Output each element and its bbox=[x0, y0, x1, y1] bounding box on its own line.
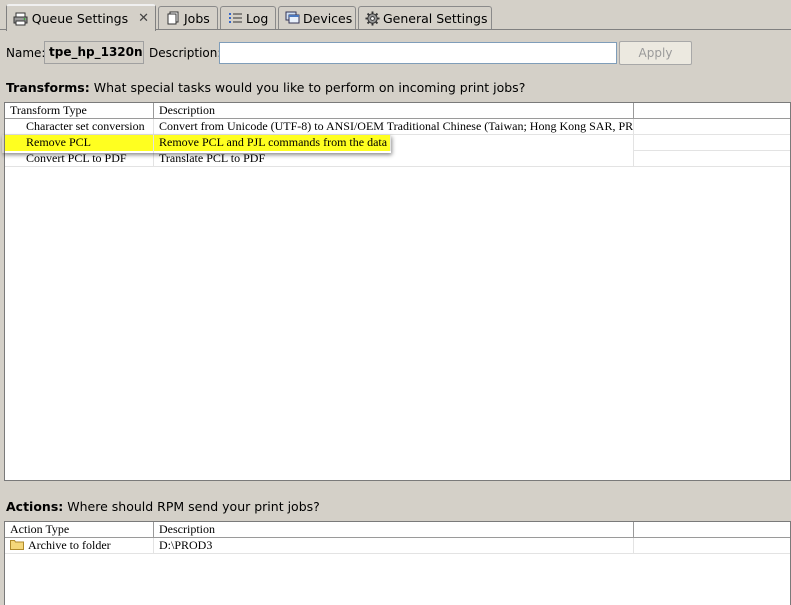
close-icon[interactable]: ✕ bbox=[138, 11, 149, 26]
action-description-cell: D:\PROD3 bbox=[154, 538, 634, 554]
action-row-archive[interactable]: Archive to folder D:\PROD3 bbox=[5, 538, 790, 554]
log-list-icon bbox=[227, 10, 243, 26]
queue-name-field: tpe_hp_1320n bbox=[44, 41, 144, 64]
actions-table-header: Action Type Description bbox=[5, 522, 790, 538]
tab-queue-settings-label: Queue Settings bbox=[31, 11, 129, 26]
tab-queue-settings[interactable]: Queue Settings ✕ bbox=[6, 4, 156, 31]
transform-row-charset[interactable]: Character set conversion Convert from Un… bbox=[5, 119, 790, 135]
tab-jobs-label: Jobs bbox=[184, 10, 210, 26]
transforms-heading-text: What special tasks would you like to per… bbox=[89, 80, 526, 95]
action-type-label: Archive to folder bbox=[28, 538, 111, 552]
tab-devices[interactable]: Devices bbox=[278, 6, 356, 29]
column-header-description[interactable]: Description bbox=[154, 103, 634, 119]
transforms-heading: Transforms: What special tasks would you… bbox=[6, 80, 525, 95]
actions-heading-bold: Actions: bbox=[6, 499, 64, 514]
action-type-cell: Archive to folder bbox=[5, 538, 154, 554]
transform-description-cell: Translate PCL to PDF bbox=[154, 151, 634, 167]
tab-log[interactable]: Log bbox=[220, 6, 276, 29]
transform-description-rest bbox=[391, 135, 634, 151]
transforms-table-header: Transform Type Description bbox=[5, 103, 790, 119]
actions-heading-text: Where should RPM send your print jobs? bbox=[63, 499, 320, 514]
transform-type-cell: Character set conversion bbox=[5, 119, 154, 135]
transforms-table: Transform Type Description Character set… bbox=[4, 102, 791, 481]
column-header-action-type[interactable]: Action Type bbox=[5, 522, 154, 538]
pane-splitter[interactable] bbox=[0, 481, 791, 486]
gear-icon bbox=[365, 10, 380, 26]
apply-button[interactable]: Apply bbox=[619, 41, 692, 65]
column-header-blank bbox=[634, 522, 790, 538]
transform-description-cell: Remove PCL and PJL commands from the dat… bbox=[154, 135, 391, 151]
tab-jobs[interactable]: Jobs bbox=[158, 6, 218, 29]
tab-devices-label: Devices bbox=[303, 10, 353, 26]
folder-icon bbox=[10, 539, 24, 550]
jobs-icon bbox=[165, 10, 181, 26]
action-extra-cell bbox=[634, 538, 790, 554]
transform-row-remove-pcl[interactable]: Remove PCL Remove PCL and PJL commands f… bbox=[5, 135, 790, 151]
transform-description-cell: Convert from Unicode (UTF-8) to ANSI/OEM… bbox=[154, 119, 634, 135]
transform-extra-cell bbox=[634, 151, 790, 167]
devices-icon bbox=[285, 10, 300, 26]
tab-general-settings-label: General Settings bbox=[383, 10, 488, 26]
actions-table: Action Type Description Archive to folde… bbox=[4, 521, 791, 605]
description-label: Description: bbox=[149, 46, 222, 60]
transform-extra-cell bbox=[634, 119, 790, 135]
transform-type-cell: Convert PCL to PDF bbox=[5, 151, 154, 167]
tab-general-settings[interactable]: General Settings bbox=[358, 6, 492, 29]
column-header-description[interactable]: Description bbox=[154, 522, 634, 538]
transforms-heading-bold: Transforms: bbox=[6, 80, 90, 95]
transform-extra-cell bbox=[634, 135, 790, 151]
column-header-transform-type[interactable]: Transform Type bbox=[5, 103, 154, 119]
printer-icon bbox=[13, 11, 29, 27]
name-label: Name: bbox=[6, 46, 46, 60]
column-header-blank bbox=[634, 103, 790, 119]
actions-heading: Actions: Where should RPM send your prin… bbox=[6, 499, 320, 514]
tab-strip: Queue Settings ✕ Jobs Log Devices Genera… bbox=[0, 0, 791, 31]
transform-row-pcl-to-pdf[interactable]: Convert PCL to PDF Translate PCL to PDF bbox=[5, 151, 790, 167]
description-input[interactable] bbox=[219, 42, 617, 64]
tab-log-label: Log bbox=[246, 10, 269, 26]
transform-type-cell: Remove PCL bbox=[5, 135, 154, 151]
